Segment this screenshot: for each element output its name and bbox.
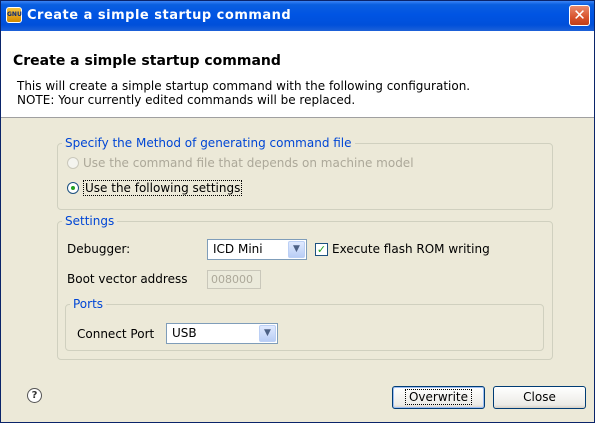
app-icon: GNU bbox=[6, 7, 22, 23]
ports-group-legend: Ports bbox=[73, 297, 104, 311]
settings-group-legend: Settings bbox=[65, 214, 115, 228]
radio-model-button[interactable] bbox=[67, 157, 79, 169]
close-button[interactable]: Close bbox=[493, 386, 586, 409]
chevron-down-icon[interactable]: ▼ bbox=[259, 325, 276, 342]
header-description-line1: This will create a simple startup comman… bbox=[17, 79, 471, 93]
flash-rom-checkbox[interactable]: ✓ bbox=[315, 242, 328, 256]
connect-port-select-value: USB bbox=[172, 326, 197, 340]
title-bar[interactable]: GNU Create a simple startup command ✕ bbox=[1, 1, 594, 31]
dialog-header: Create a simple startup command This wil… bbox=[1, 31, 594, 118]
radio-model-option[interactable]: Use the command file that depends on mac… bbox=[67, 156, 414, 170]
ports-group: Ports bbox=[65, 297, 544, 351]
header-description-line2: NOTE: Your currently edited commands wil… bbox=[17, 93, 356, 107]
app-icon-text: GNU bbox=[7, 11, 22, 18]
debugger-label: Debugger: bbox=[67, 242, 131, 256]
boot-vector-label: Boot vector address bbox=[67, 272, 188, 286]
method-group: Specify the Method of generating command… bbox=[57, 136, 553, 210]
overwrite-button[interactable]: Overwrite bbox=[392, 386, 485, 409]
connect-port-label: Connect Port bbox=[77, 327, 155, 341]
overwrite-button-label: Overwrite bbox=[404, 389, 473, 405]
connect-port-select[interactable]: USB ▼ bbox=[166, 323, 278, 344]
close-button-label: Close bbox=[523, 390, 556, 404]
dialog-window: GNU Create a simple startup command ✕ Cr… bbox=[0, 0, 595, 423]
header-description: This will create a simple startup comman… bbox=[17, 79, 470, 107]
close-icon: ✕ bbox=[573, 6, 586, 24]
method-group-legend: Specify the Method of generating command… bbox=[65, 136, 352, 150]
debugger-select[interactable]: ICD Mini ▼ bbox=[207, 239, 307, 260]
radio-settings-label: Use the following settings bbox=[83, 180, 243, 196]
header-title: Create a simple startup command bbox=[13, 53, 281, 69]
radio-settings-option[interactable]: Use the following settings bbox=[67, 180, 243, 196]
radio-settings-button[interactable] bbox=[67, 182, 79, 194]
flash-rom-checkbox-label: Execute flash ROM writing bbox=[332, 242, 490, 256]
window-title: Create a simple startup command bbox=[27, 8, 292, 23]
chevron-down-icon[interactable]: ▼ bbox=[288, 241, 305, 258]
radio-model-label: Use the command file that depends on mac… bbox=[83, 156, 414, 170]
help-icon[interactable]: ? bbox=[27, 388, 42, 403]
boot-vector-input[interactable]: 008000 bbox=[207, 270, 261, 289]
flash-rom-checkbox-row[interactable]: ✓ Execute flash ROM writing bbox=[315, 242, 490, 256]
debugger-select-value: ICD Mini bbox=[213, 242, 263, 256]
close-window-button[interactable]: ✕ bbox=[569, 5, 590, 26]
